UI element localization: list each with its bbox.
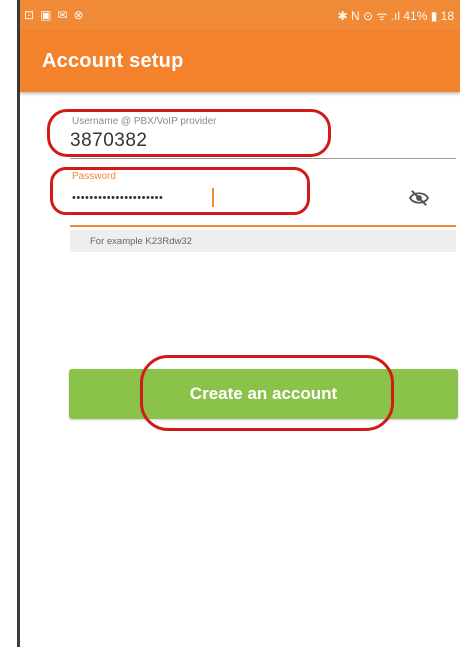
status-right: ✱ N ⊙ ᯤ .ıl 41% ▮ 18 [338,7,454,24]
message-icon: ✉ [57,8,68,22]
status-right-text: ✱ N ⊙ ᯤ .ıl 41% ▮ 18 [337,8,454,23]
password-label: Password [72,171,116,182]
username-field[interactable]: 3870382 [70,130,147,152]
app-bar: Account setup [20,30,460,92]
text-caret [212,188,214,207]
username-underline [70,158,456,159]
notification-icon: ⊡ [24,8,35,22]
password-hint-text: For example K23Rdw32 [90,235,192,247]
status-bar: ⊡ ▣ ✉ ⊗ ✱ N ⊙ ᯤ .ıl 41% ▮ 18 [20,0,460,30]
password-hint: For example K23Rdw32 [70,230,456,252]
status-left-icons: ⊡ ▣ ✉ ⊗ [24,8,84,22]
password-field[interactable]: ••••••••••••••••••••• [72,192,163,204]
page-title: Account setup [42,49,184,72]
eye-off-icon[interactable] [408,189,430,207]
gallery-icon: ▣ [40,8,52,22]
create-account-button[interactable]: Create an account [69,369,458,419]
blocked-icon: ⊗ [73,8,84,22]
username-label: Username @ PBX/VoIP provider [72,116,217,127]
phone-screen: ⊡ ▣ ✉ ⊗ ✱ N ⊙ ᯤ .ıl 41% ▮ 18 Account set… [17,0,460,647]
password-underline [70,225,456,227]
